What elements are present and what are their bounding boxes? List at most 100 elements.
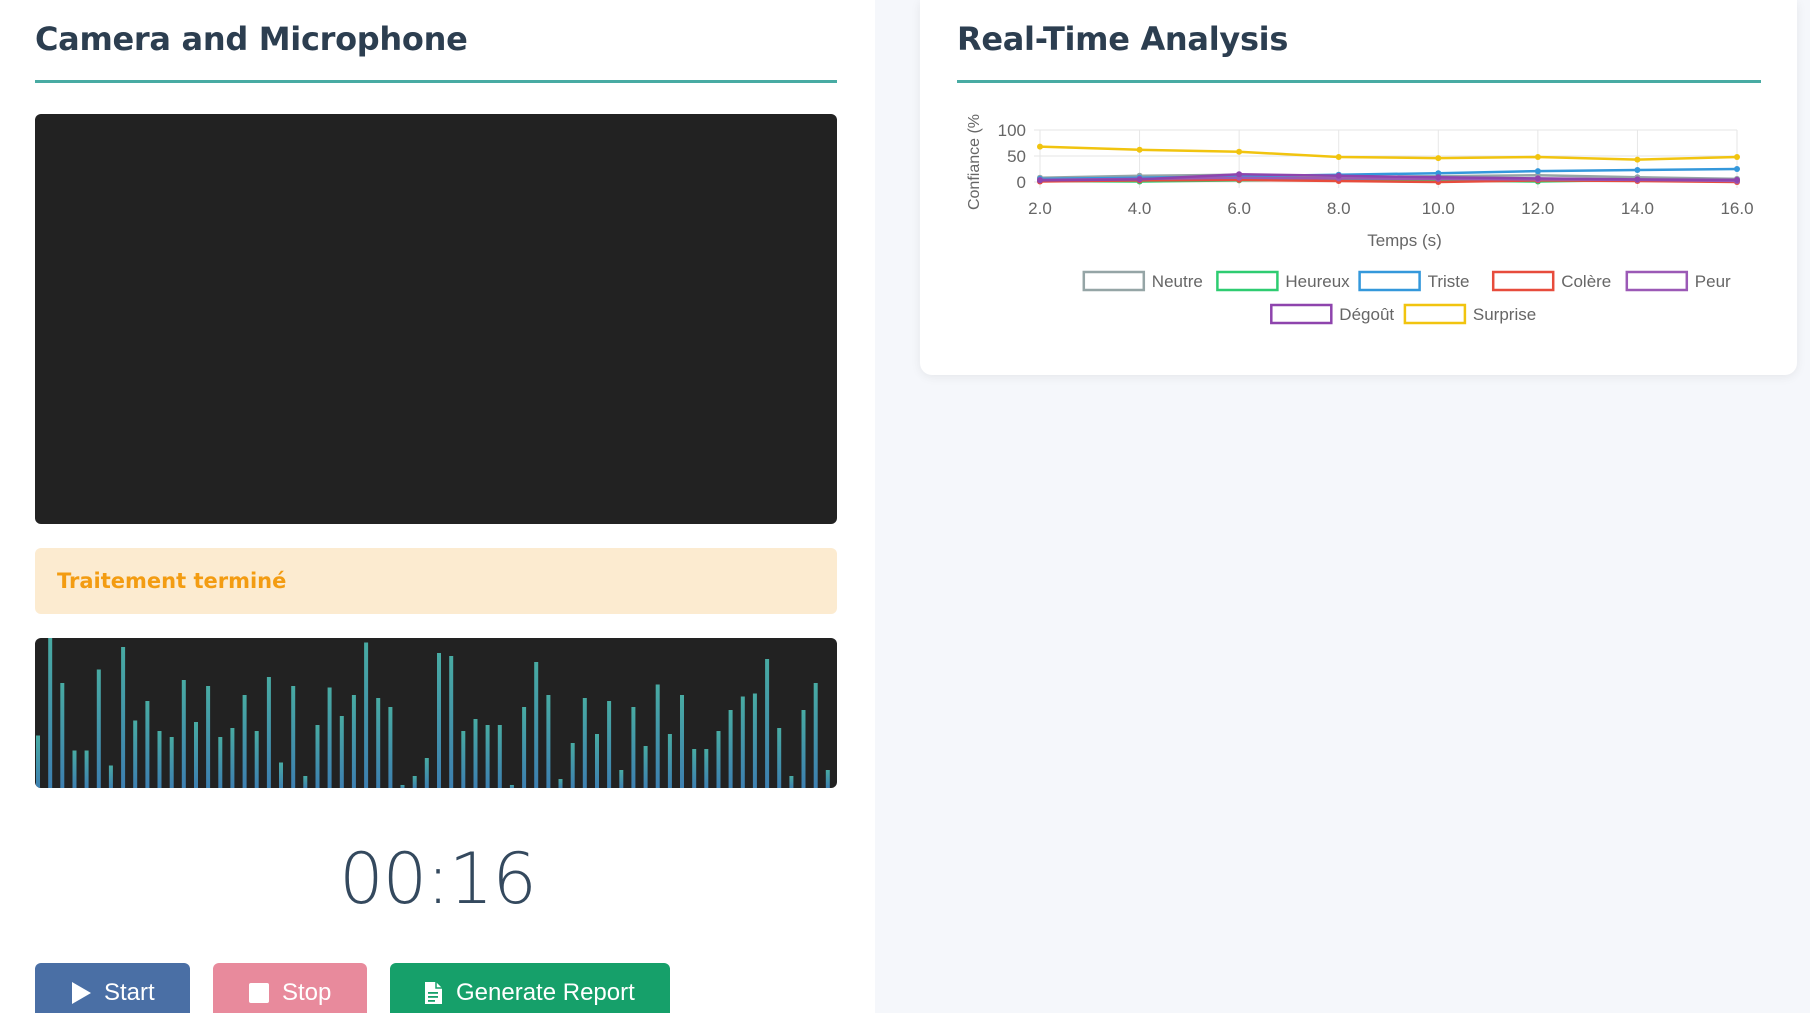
audio-bar bbox=[169, 737, 174, 788]
x-tick-label: 4.0 bbox=[1128, 199, 1152, 218]
data-point bbox=[1534, 154, 1541, 160]
audio-bar bbox=[692, 749, 697, 788]
audio-bar bbox=[449, 656, 454, 788]
audio-bar bbox=[339, 716, 344, 788]
legend-swatch bbox=[1082, 270, 1146, 292]
stop-button-label: Stop bbox=[282, 979, 332, 1006]
legend-label: Triste bbox=[1428, 272, 1470, 291]
audio-bar bbox=[752, 693, 757, 788]
audio-bar bbox=[388, 707, 393, 788]
data-point bbox=[1734, 176, 1740, 183]
recording-timer: 00:16 bbox=[339, 838, 537, 920]
audio-bar bbox=[765, 659, 770, 788]
legend-item[interactable]: Peur bbox=[1625, 270, 1731, 292]
audio-bar bbox=[582, 698, 587, 788]
audio-bar bbox=[48, 638, 53, 788]
audio-bars bbox=[36, 638, 830, 788]
audio-bar bbox=[157, 731, 162, 788]
audio-bar bbox=[412, 776, 417, 788]
data-point bbox=[1634, 176, 1641, 183]
legend-label: Surprise bbox=[1473, 305, 1536, 324]
audio-bar bbox=[351, 695, 356, 788]
audio-bar bbox=[254, 731, 259, 788]
audio-bar bbox=[206, 686, 211, 788]
legend-item[interactable]: Triste bbox=[1358, 270, 1470, 292]
legend-label: Neutre bbox=[1152, 272, 1203, 291]
data-point bbox=[1734, 166, 1740, 172]
x-tick-label: 14.0 bbox=[1621, 199, 1654, 218]
legend-item[interactable]: Colère bbox=[1491, 270, 1611, 292]
x-tick-label: 10.0 bbox=[1422, 199, 1455, 218]
audio-bar bbox=[36, 735, 40, 788]
audio-bar bbox=[437, 653, 441, 788]
audio-bar bbox=[194, 722, 198, 788]
audio-bar bbox=[801, 710, 806, 788]
legend-label: Peur bbox=[1695, 272, 1731, 291]
series-line bbox=[1039, 145, 1738, 161]
audio-bar bbox=[424, 758, 429, 788]
data-point bbox=[1136, 146, 1143, 153]
audio-bar bbox=[607, 701, 612, 788]
title-divider bbox=[35, 80, 837, 83]
legend-label: Colère bbox=[1561, 272, 1611, 291]
audio-bar bbox=[121, 647, 126, 788]
legend-item[interactable]: Surprise bbox=[1403, 303, 1536, 325]
audio-bar bbox=[327, 687, 332, 788]
audio-bar bbox=[376, 698, 381, 788]
x-tick-label: 6.0 bbox=[1227, 199, 1251, 218]
legend-item[interactable]: Heureux bbox=[1216, 270, 1350, 292]
data-point bbox=[1435, 174, 1442, 181]
legend-label: Dégoût bbox=[1339, 305, 1394, 324]
y-tick-label: 50 bbox=[1007, 147, 1026, 166]
start-button[interactable]: Start bbox=[35, 963, 190, 1013]
generate-report-button[interactable]: Generate Report bbox=[390, 963, 670, 1013]
audio-visualizer bbox=[35, 638, 837, 788]
audio-bar bbox=[534, 662, 539, 788]
audio-bar bbox=[680, 695, 684, 788]
audio-bar bbox=[364, 642, 369, 788]
audio-bar bbox=[643, 746, 648, 788]
y-axis-label: Confiance (% bbox=[966, 114, 983, 210]
stop-button[interactable]: Stop bbox=[213, 963, 367, 1013]
audio-bar bbox=[595, 734, 599, 788]
audio-bar bbox=[716, 731, 721, 788]
camera-panel-title: Camera and Microphone bbox=[35, 20, 468, 58]
audio-bar bbox=[108, 765, 113, 788]
audio-bar bbox=[740, 696, 745, 788]
data-point bbox=[1335, 154, 1342, 160]
audio-bar bbox=[546, 695, 551, 788]
audio-bar bbox=[218, 737, 223, 788]
legend-item[interactable]: Neutre bbox=[1082, 270, 1203, 292]
data-point bbox=[1734, 154, 1740, 160]
chart-legend: Neutre Heureux Triste Colère Peur Dégoût Surpr… bbox=[1082, 270, 1731, 325]
data-point bbox=[1534, 168, 1541, 175]
audio-bar bbox=[60, 683, 65, 788]
data-point bbox=[1236, 171, 1243, 178]
audio-bar bbox=[497, 725, 502, 788]
audio-bar bbox=[522, 707, 527, 788]
data-point bbox=[1037, 143, 1043, 150]
audio-bar bbox=[558, 779, 563, 788]
audio-bar bbox=[315, 725, 320, 788]
analysis-card: Real-Time Analysis 2.0 4.0 6.0 8.0 10.0 12.0 1… bbox=[920, 0, 1797, 375]
camera-panel: Camera and Microphone Traitement terminé… bbox=[0, 0, 875, 1013]
audio-bar bbox=[96, 669, 101, 788]
audio-bar bbox=[133, 720, 138, 788]
status-text: Traitement terminé bbox=[57, 569, 287, 593]
document-icon bbox=[422, 981, 444, 1005]
data-point bbox=[1136, 176, 1143, 183]
legend-swatch bbox=[1625, 270, 1689, 292]
audio-bar bbox=[84, 750, 89, 788]
emotion-line-chart: 2.0 4.0 6.0 8.0 10.0 12.0 14.0 16.0 100 50 0 Temps … bbox=[966, 114, 1754, 325]
camera-preview bbox=[35, 114, 837, 524]
audio-bar bbox=[704, 749, 709, 788]
audio-bar bbox=[181, 680, 186, 788]
audio-bar bbox=[473, 719, 478, 788]
audio-bar bbox=[667, 734, 672, 788]
legend-item[interactable]: Dégoût bbox=[1270, 303, 1394, 325]
audio-bar bbox=[303, 776, 308, 788]
data-point bbox=[1634, 156, 1641, 163]
data-point bbox=[1037, 177, 1043, 184]
audio-bar bbox=[777, 728, 782, 788]
data-point bbox=[1534, 175, 1541, 182]
